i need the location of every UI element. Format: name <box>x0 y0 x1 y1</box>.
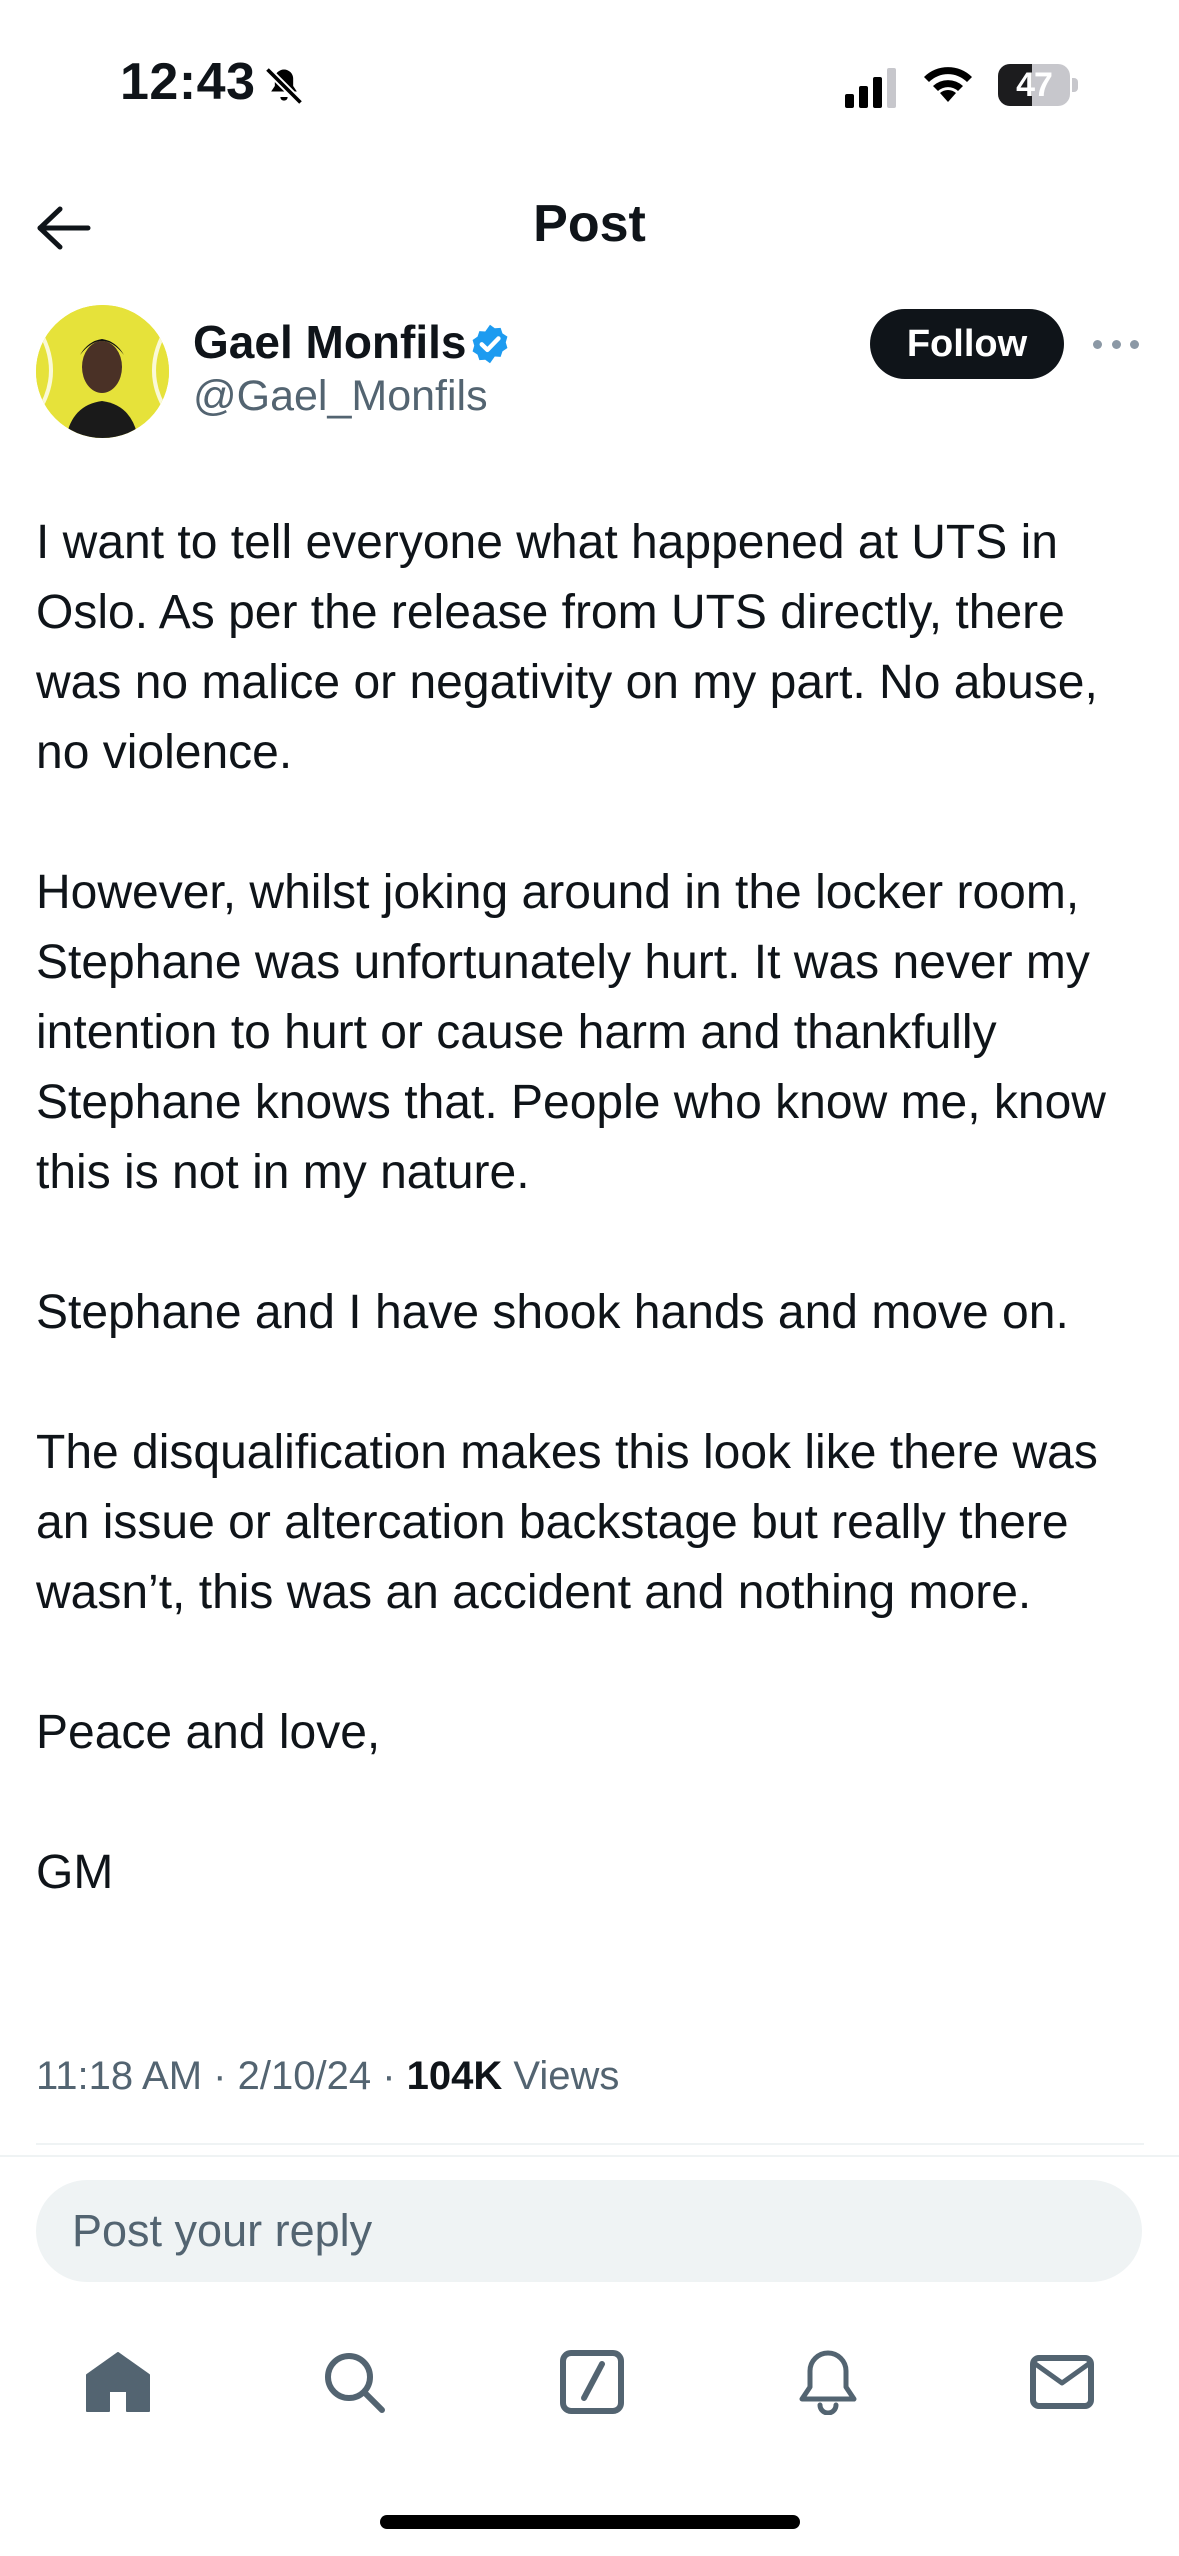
post-paragraph: However, whilst joking around in the loc… <box>36 866 1106 1199</box>
status-time: 12:43 <box>120 53 256 111</box>
post-paragraph: Peace and love, <box>36 1706 381 1759</box>
avatar[interactable] <box>36 305 169 438</box>
messages-icon <box>1030 2355 1094 2409</box>
tab-compose[interactable] <box>552 2342 632 2422</box>
meta-separator: · <box>382 2054 407 2098</box>
post-paragraph: Stephane and I have shook hands and move… <box>36 1286 1069 1339</box>
tab-messages[interactable] <box>1022 2342 1102 2422</box>
tab-home[interactable] <box>78 2342 158 2422</box>
cellular-signal-icon <box>845 68 896 108</box>
battery-level: 47 <box>1016 66 1053 104</box>
follow-button[interactable]: Follow <box>870 309 1064 379</box>
avatar-image <box>36 305 169 438</box>
post-paragraph: GM <box>36 1846 114 1899</box>
page-title: Post <box>533 195 646 253</box>
post-time[interactable]: 11:18 AM <box>36 2054 202 2098</box>
tab-search[interactable] <box>314 2342 394 2422</box>
post-paragraph: I want to tell everyone what happened at… <box>36 516 1098 779</box>
post-metadata: 11:18 AM · 2/10/24 · 104K Views <box>36 2054 619 2099</box>
verified-badge-icon <box>472 324 508 364</box>
search-icon <box>325 2353 385 2413</box>
author-name[interactable]: Gael Monfils <box>193 315 466 369</box>
back-arrow-icon <box>37 206 91 250</box>
compose-icon <box>560 2350 624 2414</box>
bell-slash-icon <box>264 66 304 106</box>
back-button[interactable] <box>28 196 100 260</box>
home-indicator[interactable] <box>380 2515 800 2529</box>
notifications-icon <box>799 2350 857 2415</box>
post-date[interactable]: 2/10/24 <box>238 2054 371 2098</box>
views-label: Views <box>513 2054 620 2098</box>
views-count: 104K <box>406 2054 503 2098</box>
meta-separator: · <box>213 2054 238 2098</box>
more-options-icon[interactable] <box>1093 326 1139 362</box>
tab-notifications[interactable] <box>788 2342 868 2422</box>
divider <box>36 2143 1144 2145</box>
battery-indicator: 47 <box>998 64 1080 108</box>
author-handle[interactable]: @Gael_Monfils <box>193 372 488 421</box>
reply-input[interactable] <box>36 2180 1142 2282</box>
post-paragraph: The disqualification makes this look lik… <box>36 1426 1098 1619</box>
home-icon <box>86 2352 150 2412</box>
divider <box>0 2155 1179 2157</box>
post-text: I want to tell everyone what happened at… <box>36 508 1146 1908</box>
wifi-icon <box>924 67 972 102</box>
